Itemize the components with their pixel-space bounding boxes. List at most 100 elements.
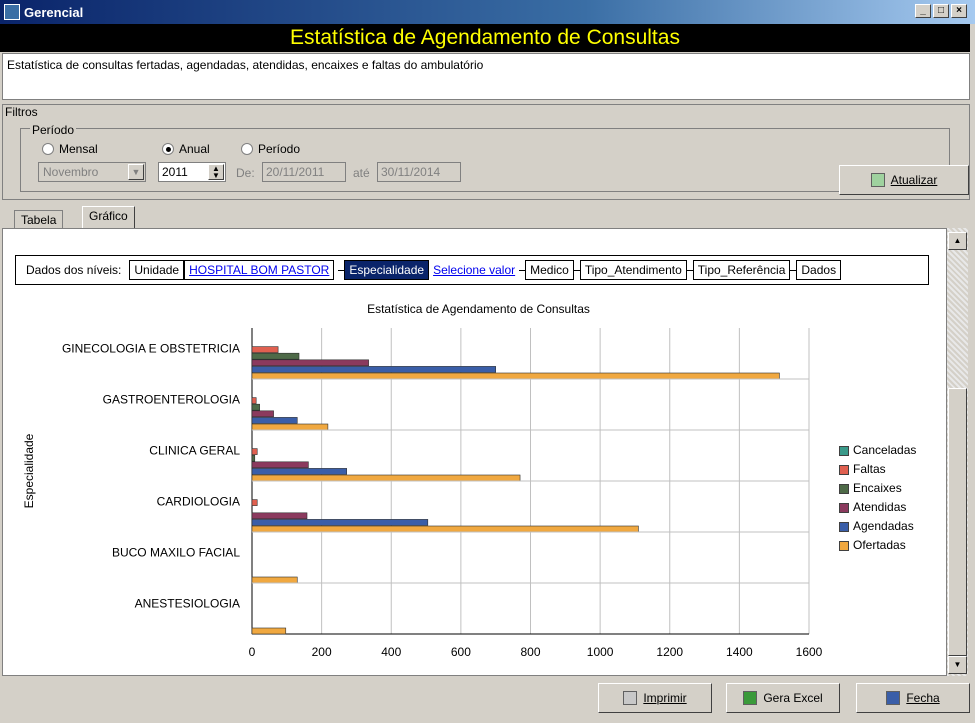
spin-arrows-icon[interactable]: ▲ ▼	[208, 164, 224, 180]
bar-ofertadas	[251, 372, 780, 380]
tab-tabela[interactable]: Tabela	[14, 210, 64, 230]
radio-anual-label: Anual	[179, 142, 210, 156]
category-label: GINECOLOGIA E OBSTETRICIA	[62, 342, 240, 356]
chart-legend: Canceladas Faltas Encaixes Atendidas Agendad…	[839, 441, 916, 555]
filters-group-label: Filtros	[5, 105, 38, 119]
category-label: BUCO MAXILO FACIAL	[112, 546, 240, 560]
radio-periodo-dot[interactable]	[241, 143, 253, 155]
x-tick-label: 600	[451, 645, 471, 659]
chart-panel: Dados dos níveis: Unidade HOSPITAL BOM P…	[2, 228, 947, 676]
radio-anual[interactable]: Anual	[162, 142, 210, 156]
from-date-input[interactable]: 20/11/2011	[262, 162, 346, 182]
close-button-label: Fecha	[906, 691, 940, 705]
bar-atendidas	[251, 512, 308, 520]
bar-agendadas	[251, 417, 298, 424]
bar-faltas	[251, 499, 258, 506]
radio-anual-dot[interactable]	[162, 143, 174, 155]
bar-chart: Estatística de Agendamento de Consultas 0…	[22, 302, 823, 659]
radio-mensal-dot[interactable]	[42, 143, 54, 155]
bar-ofertadas	[251, 627, 287, 635]
excel-button[interactable]: Gera Excel	[726, 683, 840, 713]
minimize-button[interactable]: _	[915, 4, 931, 18]
window-titlebar: Gerencial _ □ ×	[0, 0, 975, 24]
bar-encaixes	[251, 403, 260, 411]
year-value: 2011	[162, 165, 188, 179]
bar-agendadas	[251, 366, 496, 373]
month-select-value: Novembro	[43, 165, 99, 179]
year-spinner[interactable]: 2011 ▲ ▼	[158, 162, 226, 182]
legend-item: Encaixes	[839, 479, 916, 498]
x-tick-label: 1200	[656, 645, 683, 659]
category-label: CARDIOLOGIA	[157, 495, 240, 509]
bar-atendidas	[251, 359, 369, 367]
app-icon	[4, 4, 20, 20]
x-tick-label: 400	[381, 645, 401, 659]
print-button[interactable]: Imprimir	[598, 683, 712, 713]
category-label: CLINICA GERAL	[149, 444, 240, 458]
x-tick-label: 0	[249, 645, 256, 659]
bar-faltas	[251, 397, 257, 404]
radio-periodo[interactable]: Período	[241, 142, 300, 156]
from-label: De:	[236, 166, 255, 180]
legend-swatch	[839, 464, 849, 475]
bar-agendadas	[251, 468, 347, 475]
x-tick-label: 1000	[587, 645, 614, 659]
report-title: Estatística de Agendamento de Consultas	[290, 26, 680, 49]
category-label: GASTROENTEROLOGIA	[103, 393, 240, 407]
close-window-button[interactable]: ×	[951, 4, 967, 18]
bar-agendadas	[251, 519, 429, 526]
legend-label: Encaixes	[853, 481, 902, 495]
tab-grafico[interactable]: Gráfico	[82, 206, 135, 230]
legend-item: Faltas	[839, 460, 916, 479]
radio-mensal[interactable]: Mensal	[42, 142, 98, 156]
legend-item: Canceladas	[839, 441, 916, 460]
x-tick-label: 800	[520, 645, 540, 659]
legend-swatch	[839, 540, 849, 551]
category-label: ANESTESIOLOGIA	[135, 597, 240, 611]
legend-item: Agendadas	[839, 517, 916, 536]
chevron-down-icon[interactable]: ▼	[128, 164, 144, 180]
chart-scrollbar[interactable]: ▲ ▼	[947, 228, 968, 676]
legend-label: Atendidas	[853, 500, 907, 514]
scroll-thumb[interactable]	[948, 388, 967, 656]
scroll-up-button[interactable]: ▲	[948, 232, 967, 250]
tab-strip: Tabela Gráfico	[2, 204, 970, 230]
print-button-label: Imprimir	[643, 691, 687, 705]
update-button-label: Atualizar	[890, 173, 938, 187]
bar-faltas	[251, 346, 279, 353]
close-button[interactable]: Fecha	[856, 683, 970, 713]
period-group-label: Período	[30, 123, 77, 137]
legend-item: Ofertadas	[839, 536, 916, 555]
month-select[interactable]: Novembro ▼	[38, 162, 146, 182]
refresh-icon	[870, 173, 885, 187]
bar-atendidas	[251, 461, 309, 469]
legend-label: Faltas	[853, 462, 886, 476]
excel-button-label: Gera Excel	[763, 691, 823, 705]
update-button[interactable]: Atualizar	[839, 165, 969, 195]
legend-label: Canceladas	[853, 443, 917, 457]
window-title: Gerencial	[24, 4, 84, 20]
bar-encaixes	[251, 352, 300, 360]
legend-label: Agendadas	[853, 519, 914, 533]
legend-swatch	[839, 483, 849, 494]
exit-door-icon	[886, 691, 901, 705]
bar-faltas	[251, 448, 258, 455]
bar-ofertadas	[251, 576, 298, 584]
to-date-input[interactable]: 30/11/2014	[377, 162, 461, 182]
bar-ofertadas	[251, 525, 639, 533]
radio-mensal-label: Mensal	[59, 142, 98, 156]
period-group	[20, 128, 950, 192]
bar-encaixes	[251, 454, 256, 462]
maximize-button[interactable]: □	[933, 4, 949, 18]
scroll-down-button[interactable]: ▼	[948, 656, 967, 674]
x-tick-label: 1400	[726, 645, 753, 659]
legend-swatch	[839, 445, 849, 456]
x-tick-label: 200	[312, 645, 332, 659]
radio-periodo-label: Período	[258, 142, 301, 156]
report-description: Estatística de consultas fertadas, agend…	[2, 53, 970, 100]
legend-label: Ofertadas	[853, 538, 906, 552]
bar-atendidas	[251, 410, 274, 418]
y-axis-label: Especialidade	[22, 433, 36, 508]
legend-item: Atendidas	[839, 498, 916, 517]
report-header: Estatística de Agendamento de Consultas	[0, 24, 970, 52]
